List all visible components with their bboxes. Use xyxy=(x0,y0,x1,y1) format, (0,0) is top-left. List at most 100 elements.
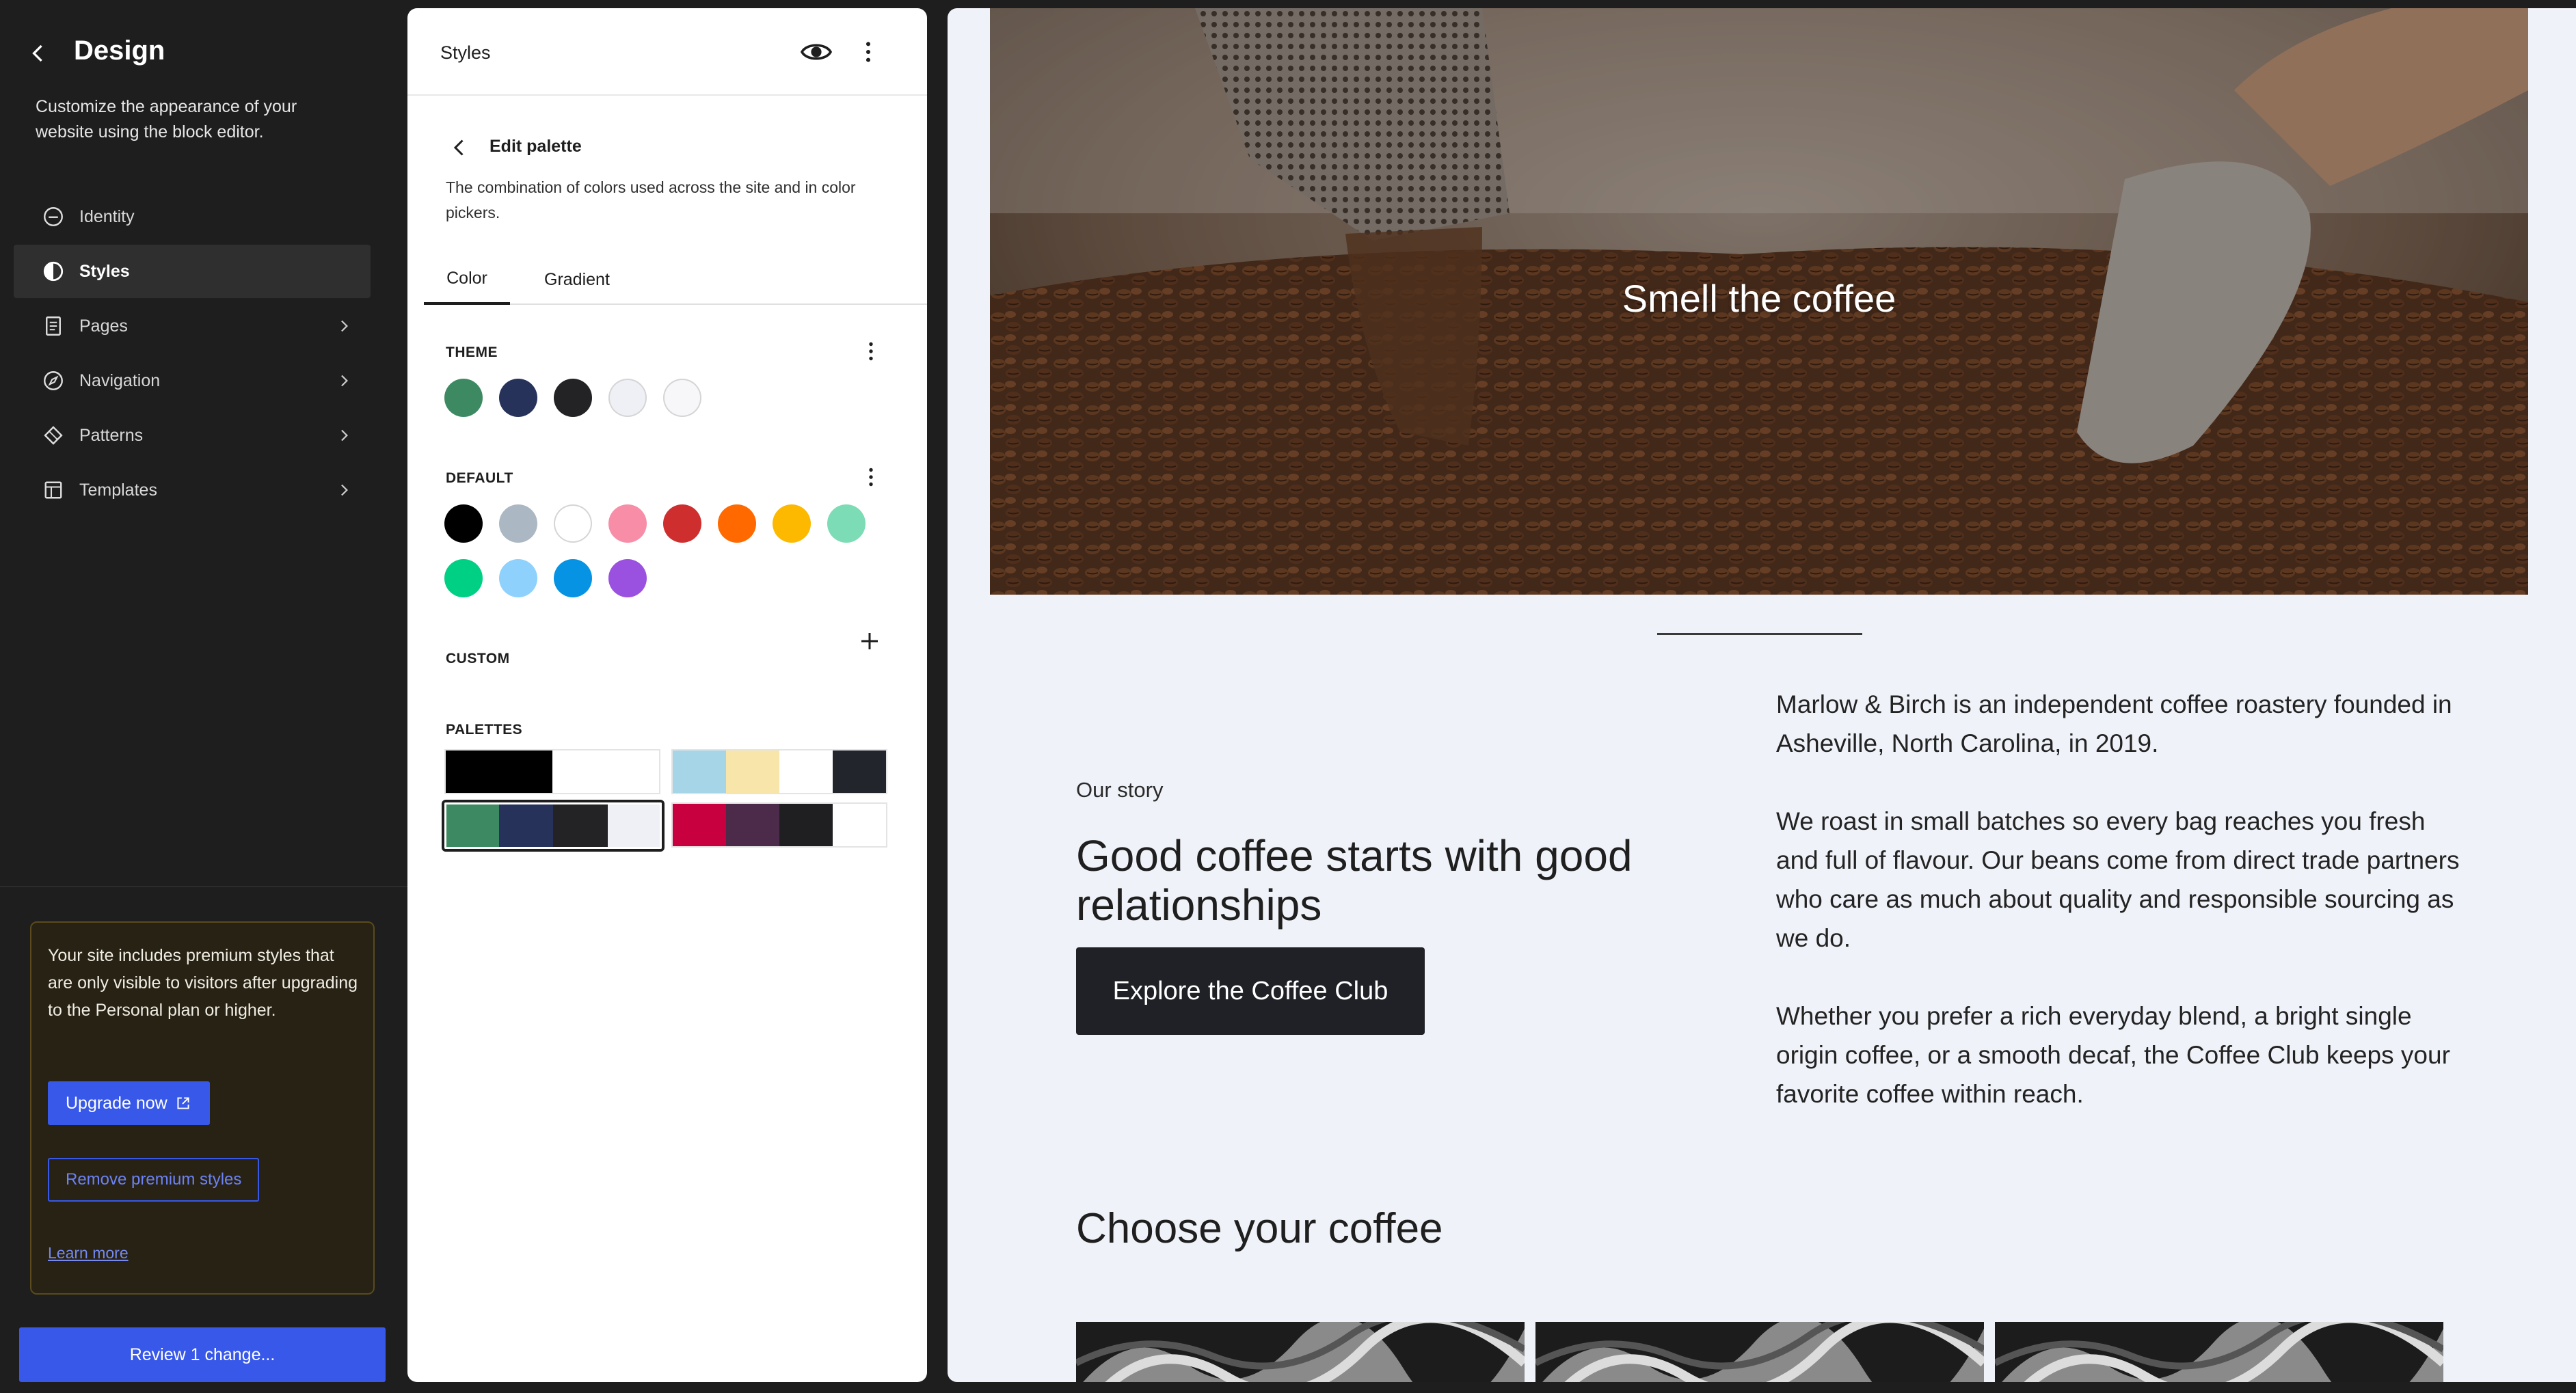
sidebar-item-templates[interactable]: Templates xyxy=(14,463,371,517)
sidebar-divider xyxy=(0,886,407,887)
palette-option[interactable] xyxy=(671,749,887,794)
coffee-product-image[interactable] xyxy=(1535,1322,1984,1382)
palette-color-cell xyxy=(726,804,779,846)
default-color-swatch[interactable] xyxy=(718,504,756,543)
sidebar-description: Customize the appearance of your website… xyxy=(36,97,297,141)
default-color-swatch[interactable] xyxy=(608,504,647,543)
sidebar-item-label: Identity xyxy=(79,206,135,226)
sidebar-item-label: Pages xyxy=(79,316,128,336)
palette-option-selected[interactable] xyxy=(442,800,665,852)
default-color-swatch[interactable] xyxy=(827,504,866,543)
default-color-swatch[interactable] xyxy=(499,504,537,543)
hero-title: Smell the coffee xyxy=(1622,277,1896,320)
more-options-icon[interactable] xyxy=(859,339,883,364)
palette-color-cell xyxy=(606,750,659,793)
sidebar-item-patterns[interactable]: Patterns xyxy=(14,409,371,462)
tab-color[interactable]: Color xyxy=(424,254,510,305)
palette-tabs: Color Gradient xyxy=(424,254,927,305)
site-preview: Smell the coffee Our story Good coffee s… xyxy=(948,8,2576,1382)
sidebar-item-navigation[interactable]: Navigation xyxy=(14,354,371,407)
default-color-swatch[interactable] xyxy=(663,504,701,543)
remove-premium-styles-button[interactable]: Remove premium styles xyxy=(48,1158,260,1202)
palette-color-cell xyxy=(779,804,833,846)
add-color-icon[interactable] xyxy=(857,629,882,653)
more-options-icon[interactable] xyxy=(859,465,883,489)
default-color-swatch[interactable] xyxy=(444,504,483,543)
theme-color-swatch[interactable] xyxy=(499,379,537,417)
default-color-swatch[interactable] xyxy=(499,559,537,597)
coffee-product-image[interactable] xyxy=(1076,1322,1525,1382)
styles-panel-header: Styles xyxy=(407,8,927,96)
patterns-icon xyxy=(40,422,67,449)
sidebar-title: Design xyxy=(74,36,165,66)
chevron-right-icon xyxy=(341,320,348,332)
styles-panel-title: Styles xyxy=(440,42,491,63)
premium-styles-notice: Your site includes premium styles that a… xyxy=(30,921,375,1295)
back-arrow-icon[interactable] xyxy=(447,135,472,160)
upgrade-button-label: Upgrade now xyxy=(66,1093,167,1113)
sidebar-item-pages[interactable]: Pages xyxy=(14,299,371,353)
custom-section-label: CUSTOM xyxy=(446,651,510,666)
eye-icon[interactable] xyxy=(800,38,833,66)
palette-color-cell xyxy=(726,750,779,793)
palette-option[interactable] xyxy=(444,749,660,794)
default-color-swatch[interactable] xyxy=(608,559,647,597)
palette-color-cell xyxy=(552,750,606,793)
theme-color-swatch[interactable] xyxy=(663,379,701,417)
palette-color-cell xyxy=(607,802,662,849)
back-arrow-icon[interactable] xyxy=(23,38,53,68)
default-color-swatch[interactable] xyxy=(773,504,811,543)
sidebar-item-label: Navigation xyxy=(79,370,161,390)
navigation-icon xyxy=(40,367,67,394)
edit-palette-title: Edit palette xyxy=(489,137,582,156)
story-kicker: Our story xyxy=(1076,778,1164,802)
upgrade-now-button[interactable]: Upgrade now xyxy=(48,1081,210,1125)
default-section-label: DEFAULT xyxy=(446,470,513,486)
story-body: Marlow & Birch is an independent coffee … xyxy=(1776,685,2467,1152)
coffee-product-image[interactable] xyxy=(1995,1322,2443,1382)
styles-panel: Styles Edit palette The combination of c… xyxy=(407,8,927,1382)
palette-color-cell xyxy=(833,804,886,846)
palette-color-cell xyxy=(673,750,726,793)
explore-coffee-club-button[interactable]: Explore the Coffee Club xyxy=(1076,947,1425,1035)
palette-color-cell xyxy=(779,750,833,793)
review-changes-button[interactable]: Review 1 change... xyxy=(19,1327,386,1382)
sidebar-item-styles[interactable]: Styles xyxy=(14,245,371,298)
external-link-icon xyxy=(177,1097,189,1109)
chevron-right-icon xyxy=(341,375,348,387)
palettes-section-label: PALETTES xyxy=(446,722,523,738)
palette-option[interactable] xyxy=(671,802,887,848)
palette-color-cell xyxy=(498,802,553,849)
tab-gradient[interactable]: Gradient xyxy=(544,254,610,305)
chevron-right-icon xyxy=(341,484,348,496)
identity-icon xyxy=(40,203,67,230)
palette-color-cell xyxy=(499,750,552,793)
theme-section-label: THEME xyxy=(446,344,498,360)
sidebar-item-label: Templates xyxy=(79,480,157,500)
default-color-swatch[interactable] xyxy=(444,559,483,597)
default-color-swatch[interactable] xyxy=(554,504,592,543)
chevron-right-icon xyxy=(341,429,348,442)
styles-icon xyxy=(40,258,67,285)
palette-color-cell xyxy=(553,802,608,849)
sidebar-item-identity[interactable]: Identity xyxy=(14,190,371,243)
default-color-swatch[interactable] xyxy=(554,559,592,597)
more-options-icon[interactable] xyxy=(855,38,882,66)
palette-color-cell xyxy=(446,750,499,793)
theme-color-swatch[interactable] xyxy=(554,379,592,417)
templates-icon xyxy=(40,476,67,504)
palette-color-cell xyxy=(444,802,499,849)
theme-color-swatch[interactable] xyxy=(444,379,483,417)
story-heading: Good coffee starts with good relationshi… xyxy=(1076,831,1633,930)
learn-more-link[interactable]: Learn more xyxy=(48,1244,129,1262)
story-paragraph: Whether you prefer a rich everyday blend… xyxy=(1776,1002,2450,1108)
theme-color-swatch[interactable] xyxy=(608,379,647,417)
design-sidebar: Design Customize the appearance of your … xyxy=(0,0,407,1393)
sidebar-item-label: Styles xyxy=(79,261,130,281)
edit-palette-description: The combination of colors used across th… xyxy=(446,178,856,221)
premium-notice-text: Your site includes premium styles that a… xyxy=(48,946,358,1020)
palette-color-cell xyxy=(833,750,886,793)
separator xyxy=(1657,633,1862,635)
page-icon xyxy=(40,312,67,340)
story-paragraph: We roast in small batches so every bag r… xyxy=(1776,807,2460,952)
